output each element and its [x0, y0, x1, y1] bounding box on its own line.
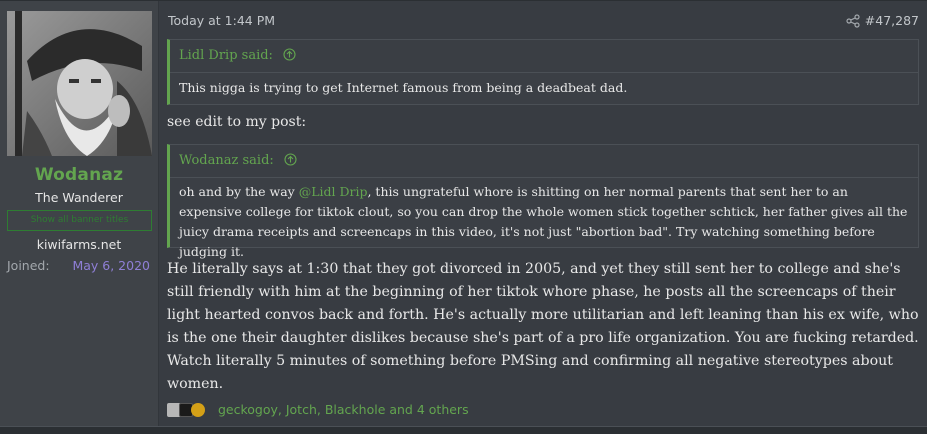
post-header: Today at 1:44 PM #47,287 [167, 13, 919, 31]
go-to-quote-arrow-icon[interactable] [283, 48, 296, 61]
quote-block: Lidl Drip said: This nigga is trying to … [167, 39, 919, 105]
quote-header: Wodanaz said: [170, 145, 918, 178]
quote-author[interactable]: Lidl Drip said: [179, 48, 273, 63]
user-site: kiwifarms.net [36, 237, 122, 252]
reactions-bar[interactable]: geckogoy, Jotch, Blackhole and 4 others [167, 401, 469, 419]
avatar[interactable] [7, 11, 152, 156]
user-mention-link[interactable]: @Lidl Drip [299, 184, 368, 199]
post-body-text: He literally says at 1:30 that they got … [167, 261, 919, 392]
post-timestamp[interactable]: Today at 1:44 PM [168, 13, 275, 28]
bearded-wanderer-avatar-icon [7, 11, 152, 156]
quote-author[interactable]: Wodanaz said: [179, 153, 274, 168]
quote-block: Wodanaz said: oh and by the way @Lidl Dr… [167, 144, 919, 259]
post-divider [0, 426, 927, 434]
post-number[interactable]: #47,287 [865, 13, 919, 28]
username[interactable]: Wodanaz [0, 165, 158, 185]
quote-header: Lidl Drip said: [170, 40, 918, 73]
quote-text-part: oh and by the way [179, 184, 299, 199]
user-title: The Wanderer [35, 190, 123, 205]
quote-text: oh and by the way @Lidl Drip, this ungra… [170, 178, 918, 268]
reaction-icon [191, 402, 205, 417]
joined-date: May 6, 2020 [72, 258, 150, 273]
user-sidebar: Wodanaz The Wanderer Show all banner tit… [0, 1, 159, 427]
joined-label: Joined: [7, 258, 50, 273]
reaction-icons[interactable] [167, 402, 211, 418]
share-icon[interactable] [846, 14, 860, 28]
banner-titles-button[interactable]: Show all banner titles [7, 210, 152, 231]
go-to-quote-arrow-icon[interactable] [284, 153, 297, 166]
quote-text: This nigga is trying to get Internet fam… [179, 80, 628, 95]
post: Wodanaz The Wanderer Show all banner tit… [0, 0, 927, 427]
see-edit-text: see edit to my post: [167, 114, 307, 130]
reactions-list-link[interactable]: geckogoy, Jotch, Blackhole and 4 others [218, 402, 469, 417]
